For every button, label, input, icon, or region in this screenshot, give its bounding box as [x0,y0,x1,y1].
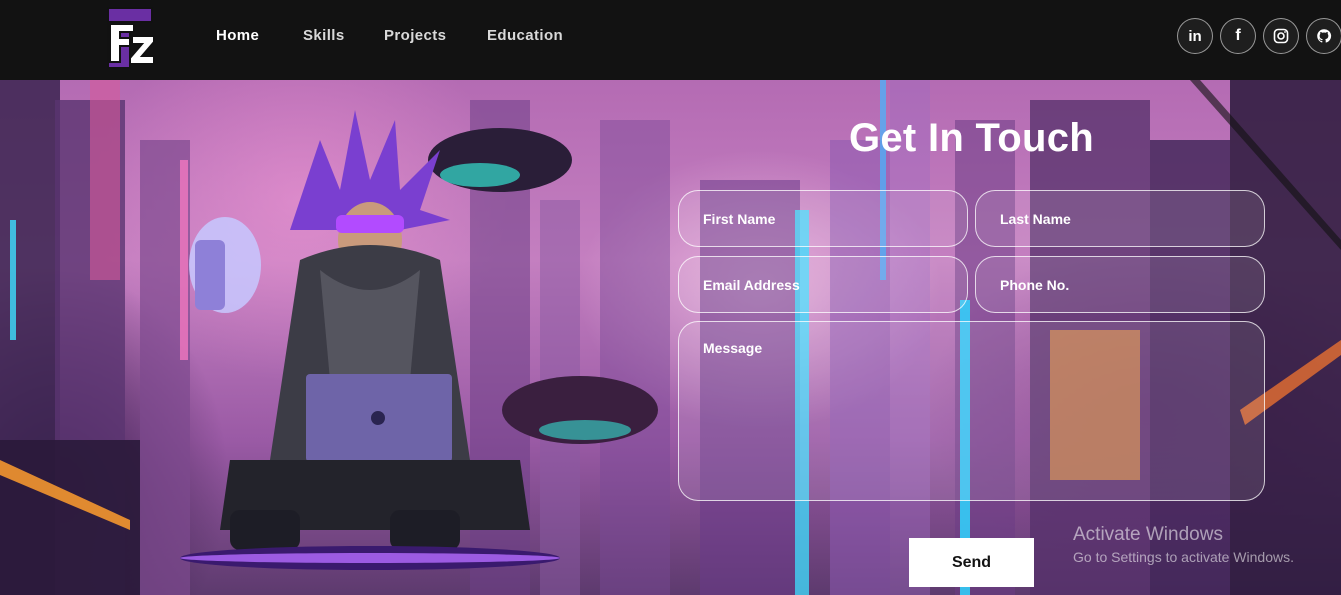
send-button[interactable]: Send [909,538,1034,587]
navbar: Home Skills Projects Education in f [0,0,1341,80]
activation-watermark-subtitle: Go to Settings to activate Windows. [1073,549,1294,565]
github-button[interactable] [1306,18,1341,54]
nav-link-skills[interactable]: Skills [303,27,345,44]
linkedin-icon: in [1188,27,1202,45]
instagram-button[interactable] [1263,18,1299,54]
facebook-icon: f [1235,27,1241,44]
contact-title: Get In Touch [848,116,1095,160]
nav-link-education[interactable]: Education [487,27,563,44]
github-icon [1317,29,1332,43]
message-textarea[interactable] [678,321,1265,501]
nav-link-home[interactable]: Home [216,27,259,44]
logo-mark [107,7,155,69]
nav-link-projects[interactable]: Projects [384,27,446,44]
facebook-button[interactable]: f [1220,18,1256,54]
instagram-icon [1273,28,1289,44]
logo[interactable] [104,6,158,72]
linkedin-button[interactable]: in [1177,18,1213,54]
first-name-input[interactable] [678,190,968,247]
email-input[interactable] [678,256,968,313]
phone-input[interactable] [975,256,1265,313]
activation-watermark-title: Activate Windows [1073,524,1223,545]
last-name-input[interactable] [975,190,1265,247]
